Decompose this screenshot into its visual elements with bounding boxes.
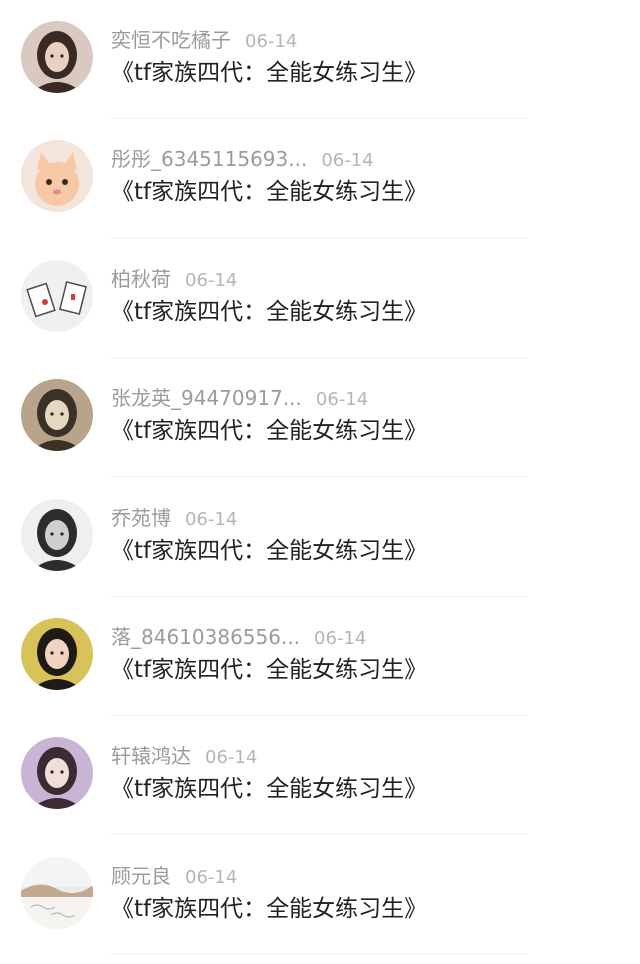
list-item[interactable]: 乔苑博 06-14 《tf家族四代：全能女练习生》 [0, 478, 640, 597]
post-date: 06-14 [245, 31, 298, 52]
item-meta: 张龙英_94470917... 06-14 [111, 385, 368, 411]
user-name[interactable]: 彤彤_6345115693... [111, 147, 307, 171]
item-meta: 奕恒不吃橘子 06-14 [111, 27, 297, 53]
user-name[interactable]: 奕恒不吃橘子 [111, 28, 231, 52]
book-title-link[interactable]: 《tf家族四代：全能女练习生》 [111, 296, 427, 328]
item-meta: 柏秋荷 06-14 [111, 266, 237, 292]
avatar-cards-sketch-icon [21, 260, 93, 332]
item-meta: 落_84610386556... 06-14 [111, 624, 366, 650]
avatar[interactable] [21, 857, 93, 929]
user-name[interactable]: 轩辕鸿达 [111, 744, 191, 768]
book-title-link[interactable]: 《tf家族四代：全能女练习生》 [111, 773, 427, 805]
post-date: 06-14 [321, 150, 374, 171]
avatar-short-hair-kid-icon [21, 618, 93, 690]
item-meta: 轩辕鸿达 06-14 [111, 743, 257, 769]
avatar[interactable] [21, 618, 93, 690]
avatar[interactable] [21, 140, 93, 212]
post-date: 06-14 [185, 867, 238, 888]
user-name[interactable]: 顾元良 [111, 864, 171, 888]
list-item[interactable]: 轩辕鸿达 06-14 《tf家族四代：全能女练习生》 [0, 716, 640, 835]
comment-list: 奕恒不吃橘子 06-14 《tf家族四代：全能女练习生》 彤彤_6345115693.… [0, 0, 640, 964]
list-item[interactable]: 彤彤_6345115693... 06-14 《tf家族四代：全能女练习生》 [0, 119, 640, 238]
item-meta: 顾元良 06-14 [111, 863, 237, 889]
avatar-sepia-portrait-icon [21, 379, 93, 451]
list-item[interactable]: 奕恒不吃橘子 06-14 《tf家族四代：全能女练习生》 [0, 0, 640, 119]
user-name[interactable]: 张龙英_94470917... [111, 386, 302, 410]
book-title-link[interactable]: 《tf家族四代：全能女练习生》 [111, 415, 427, 447]
list-item[interactable]: 柏秋荷 06-14 《tf家族四代：全能女练习生》 [0, 239, 640, 358]
post-date: 06-14 [314, 628, 367, 649]
avatar[interactable] [21, 21, 93, 93]
row-divider [111, 476, 527, 477]
list-item[interactable]: 顾元良 06-14 《tf家族四代：全能女练习生》 [0, 836, 640, 955]
post-date: 06-14 [205, 747, 258, 768]
avatar[interactable] [21, 737, 93, 809]
avatar-anime-boy-icon [21, 499, 93, 571]
row-divider [111, 237, 527, 238]
book-title-link[interactable]: 《tf家族四代：全能女练习生》 [111, 176, 427, 208]
book-title-link[interactable]: 《tf家族四代：全能女练习生》 [111, 57, 427, 89]
avatar[interactable] [21, 260, 93, 332]
post-date: 06-14 [185, 509, 238, 530]
item-meta: 乔苑博 06-14 [111, 505, 237, 531]
avatar-girl-long-hair-icon [21, 21, 93, 93]
avatar-pale-landscape-icon [21, 857, 93, 929]
user-name[interactable]: 乔苑博 [111, 506, 171, 530]
row-divider [111, 954, 527, 955]
avatar-purple-girl-icon [21, 737, 93, 809]
post-date: 06-14 [315, 389, 369, 410]
avatar-orange-kitten-icon [21, 140, 93, 212]
list-item[interactable]: 落_84610386556... 06-14 《tf家族四代：全能女练习生》 [0, 597, 640, 716]
book-title-link[interactable]: 《tf家族四代：全能女练习生》 [111, 654, 427, 686]
book-title-link[interactable]: 《tf家族四代：全能女练习生》 [111, 535, 427, 567]
item-meta: 彤彤_6345115693... 06-14 [111, 146, 374, 172]
post-date: 06-14 [185, 270, 238, 291]
avatar[interactable] [21, 379, 93, 451]
list-item[interactable]: 张龙英_94470917... 06-14 《tf家族四代：全能女练习生》 [0, 358, 640, 477]
user-name[interactable]: 柏秋荷 [111, 267, 171, 291]
book-title-link[interactable]: 《tf家族四代：全能女练习生》 [111, 893, 427, 925]
user-name[interactable]: 落_84610386556... [111, 625, 300, 649]
avatar[interactable] [21, 499, 93, 571]
row-divider [111, 834, 527, 835]
